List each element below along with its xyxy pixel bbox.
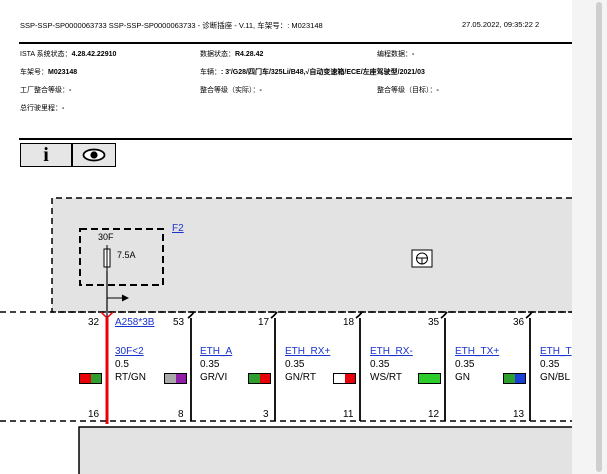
vin: 车架号：M023148: [20, 69, 78, 76]
wire-color: GN/RT: [285, 372, 316, 383]
scrollbar-thumb[interactable]: [596, 2, 602, 472]
wire-color: WS/RT: [370, 372, 403, 383]
pin-number-bottom: 8: [178, 409, 184, 420]
wire-signal-link[interactable]: 30F<2: [115, 346, 144, 357]
wire-color-swatch: [333, 373, 356, 384]
wiring-diagram: F2 30F 7.5A A258*3B 32 53 17 18 35 36 16…: [0, 185, 572, 474]
pin-number-bottom: 13: [513, 409, 525, 420]
pin-number-top: 53: [173, 317, 185, 328]
meta-divider: [19, 138, 572, 140]
factory-integration-level: 工厂整合等级：-: [20, 87, 72, 94]
wire-size: 0.35: [540, 359, 560, 370]
programming-data: 编程数据：-: [377, 51, 415, 58]
wire-size: 0.35: [455, 359, 475, 370]
wire-color: GR/VI: [200, 372, 228, 383]
data-status: 数据状态：R4.28.42: [200, 51, 264, 58]
pin-number-bottom: 12: [428, 409, 440, 420]
pin-number-bottom: 11: [343, 409, 354, 420]
ista-status: ISTA 系统状态：4.28.42.22910: [20, 51, 117, 58]
connector-link[interactable]: A258*3B: [115, 317, 154, 328]
target-integration-level: 整合等级（目标）：-: [377, 87, 439, 94]
wire-signal-link[interactable]: ETH_TX+: [455, 346, 499, 357]
wire-signal-link[interactable]: ETH_A: [200, 346, 232, 357]
view-button[interactable]: [72, 143, 116, 167]
mileage: 总行驶里程：-: [20, 105, 65, 112]
scrollbar[interactable]: [572, 0, 607, 474]
wire-signal-link[interactable]: ETH_RX-: [370, 346, 413, 357]
wire-color: RT/GN: [115, 372, 146, 383]
fuse-rating: 30F: [98, 232, 114, 242]
document-datetime: 27.05.2022, 09:35:22 2: [462, 20, 540, 29]
vehicle-info: 车辆：: 3'/G28/四门车/325Li/B48,√自动变速箱/ECE/左座驾…: [200, 69, 425, 76]
fuse-value: 7.5A: [117, 250, 136, 260]
pin-number-top: 32: [88, 317, 100, 328]
pin-number-bottom: 16: [88, 409, 100, 420]
wire-color-swatch: [418, 373, 441, 384]
wire-signal-link[interactable]: ETH_RX+: [285, 346, 330, 357]
info-button[interactable]: i: [20, 143, 72, 167]
pin-number-top: 35: [428, 317, 440, 328]
wire-color-swatch: [248, 373, 271, 384]
wire-size: 0.5: [115, 359, 129, 370]
pin-number-top: 18: [343, 317, 355, 328]
wire-color: GN/BL: [540, 372, 571, 383]
eye-icon: [82, 148, 106, 162]
wire-color-swatch: [503, 373, 526, 384]
wire-signal-link[interactable]: ETH_T: [540, 346, 572, 357]
pin-number-top: 17: [258, 317, 270, 328]
fuse-link[interactable]: F2: [172, 223, 184, 234]
actual-integration-level: 整合等级（实际）：-: [200, 87, 262, 94]
wire-color-swatch: [164, 373, 187, 384]
wire-size: 0.35: [200, 359, 220, 370]
pin-number-top: 36: [513, 317, 525, 328]
wire-size: 0.35: [370, 359, 390, 370]
steering-wheel-icon: [411, 249, 433, 268]
wire-size: 0.35: [285, 359, 305, 370]
wire-color: GN: [455, 372, 470, 383]
pin-number-bottom: 3: [263, 409, 269, 420]
header-divider: [19, 42, 572, 44]
wire-color-swatch: [79, 373, 102, 384]
info-icon: i: [43, 144, 49, 166]
document-title: SSP-SSP-SP0000063733 SSP-SSP-SP000006373…: [20, 21, 323, 30]
